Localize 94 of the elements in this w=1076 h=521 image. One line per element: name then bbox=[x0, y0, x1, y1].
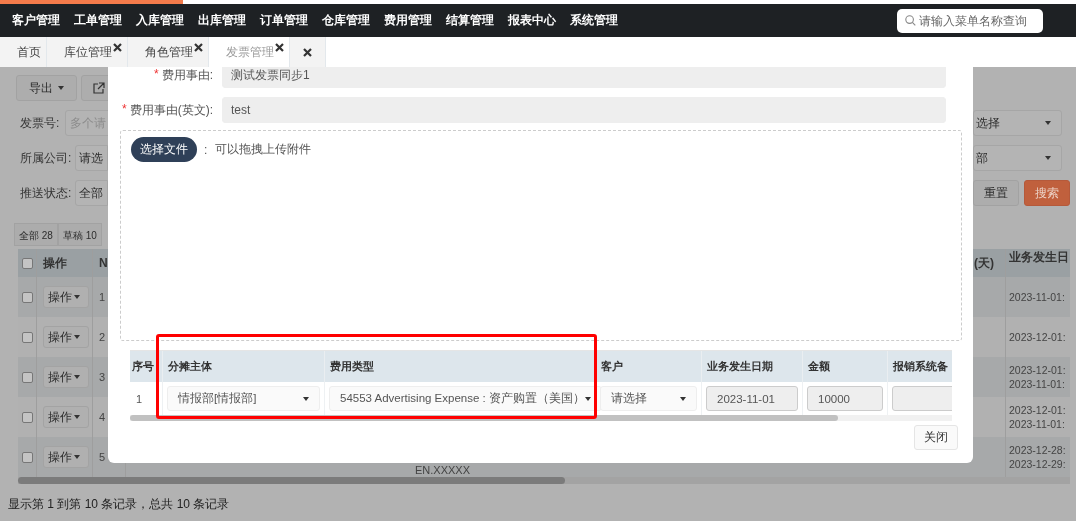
column-header: 业务发生日期 bbox=[707, 359, 773, 374]
action-button[interactable]: 操作 bbox=[43, 326, 89, 348]
action-button[interactable]: 操作 bbox=[43, 366, 89, 388]
file-drop-zone[interactable]: 选择文件 : 可以拖拽上传附件 bbox=[120, 130, 962, 341]
action-button[interactable]: 操作 bbox=[43, 446, 89, 468]
table-cell: 2023-12-01: bbox=[1009, 403, 1066, 417]
export-button[interactable]: 导出 bbox=[16, 75, 77, 101]
page-tab[interactable]: 角色管理 bbox=[128, 37, 209, 67]
caret-icon bbox=[74, 335, 80, 339]
caret-icon bbox=[1045, 156, 1051, 160]
column-header: 序号 bbox=[132, 359, 154, 374]
filter-label: 所属公司: bbox=[19, 149, 72, 167]
table-cell: 2 bbox=[99, 331, 106, 343]
column-header: 费用类型 bbox=[330, 359, 374, 374]
filter-dropdown[interactable]: 部 bbox=[973, 145, 1062, 171]
dropdown[interactable]: 请选择 bbox=[600, 386, 697, 411]
nav-menu-item[interactable]: 出库管理 bbox=[198, 13, 246, 28]
table-cell: 3 bbox=[99, 371, 106, 383]
nav-menu-item[interactable]: 费用管理 bbox=[384, 13, 432, 28]
filter-dropdown[interactable]: 全部 bbox=[75, 180, 108, 206]
status-tab[interactable]: 全部 28 bbox=[14, 223, 58, 246]
nav-menu-item[interactable]: 工单管理 bbox=[74, 13, 122, 28]
filter-dropdown[interactable]: 请选 bbox=[75, 145, 108, 171]
caret-icon bbox=[74, 455, 80, 459]
caret-icon bbox=[74, 295, 80, 299]
page-tab[interactable]: 首页 bbox=[0, 37, 47, 67]
menu-search-field[interactable]: 请输入菜单名称查询 bbox=[897, 8, 1043, 33]
upload-hint: 可以拖拽上传附件 bbox=[215, 141, 312, 158]
caret-icon bbox=[1045, 121, 1051, 125]
close-icon[interactable] bbox=[275, 43, 284, 52]
action-button[interactable]: 操作 bbox=[43, 406, 89, 428]
nav-menu-item[interactable]: 结算管理 bbox=[446, 13, 494, 28]
table-cell: 2023-11-01: bbox=[1009, 290, 1065, 304]
table-cell: 2023-12-01: bbox=[1009, 330, 1066, 344]
column-header: 客户 bbox=[601, 359, 623, 374]
pagination-info: 显示第 1 到第 10 条记录，总共 10 条记录 bbox=[8, 496, 231, 513]
field-label: 费用事由(英文): bbox=[129, 101, 213, 119]
caret-icon bbox=[58, 86, 64, 90]
table-cell: 2023-12-29: bbox=[1009, 457, 1066, 471]
share-icon bbox=[92, 81, 105, 95]
checkbox[interactable] bbox=[21, 291, 33, 303]
horizontal-scrollbar[interactable] bbox=[130, 415, 952, 421]
column-header: 操作 bbox=[43, 254, 67, 272]
filter-label: 推送状态: bbox=[19, 184, 72, 202]
checkbox[interactable] bbox=[21, 331, 33, 343]
table-cell: 2023-12-01: bbox=[1009, 363, 1066, 377]
caret-icon bbox=[74, 375, 80, 379]
column-header: 报销系统备 bbox=[893, 359, 948, 374]
column-header: N bbox=[99, 256, 108, 270]
checkbox[interactable] bbox=[21, 371, 33, 383]
column-header: (天) bbox=[974, 254, 994, 272]
field-label: 费用事由: bbox=[161, 67, 213, 84]
column-header: 金额 bbox=[808, 359, 830, 374]
table-cell: 5 bbox=[99, 451, 106, 463]
nav-menu-item[interactable]: 订单管理 bbox=[260, 13, 308, 28]
search-icon bbox=[905, 15, 916, 26]
caret-icon bbox=[303, 396, 309, 401]
choose-file-button[interactable]: 选择文件 bbox=[131, 137, 197, 162]
close-icon[interactable] bbox=[194, 43, 203, 52]
nav-menu-item[interactable]: 入库管理 bbox=[136, 13, 184, 28]
filter-dropdown[interactable]: 选择 bbox=[973, 110, 1062, 136]
close-icon[interactable] bbox=[303, 47, 312, 57]
caret-icon bbox=[584, 396, 591, 401]
reset-button[interactable]: 重置 bbox=[973, 180, 1019, 206]
table-cell: 2023-11-01: bbox=[1009, 417, 1065, 431]
nav-menu-item[interactable]: 客户管理 bbox=[12, 13, 60, 28]
table-cell: 2023-11-01: bbox=[1009, 377, 1065, 391]
dropdown[interactable]: 情报部[情报部] bbox=[167, 386, 320, 411]
checkbox[interactable] bbox=[21, 257, 33, 269]
checkbox[interactable] bbox=[21, 451, 33, 463]
column-header: 分摊主体 bbox=[168, 359, 212, 374]
nav-menu-item[interactable]: 仓库管理 bbox=[322, 13, 370, 28]
caret-icon bbox=[680, 396, 686, 401]
close-icon[interactable] bbox=[113, 43, 122, 52]
page-tab[interactable]: 库位管理 bbox=[47, 37, 128, 67]
table-cell: 2023-12-28: bbox=[1009, 443, 1066, 457]
page-tab[interactable] bbox=[290, 37, 326, 67]
close-button[interactable]: 关闭 bbox=[914, 425, 958, 450]
checkbox[interactable] bbox=[21, 411, 33, 423]
table-cell-text: 1 bbox=[135, 392, 143, 405]
nav-menu-item[interactable]: 报表中心 bbox=[508, 13, 556, 28]
table-cell: 4 bbox=[99, 411, 106, 423]
action-button[interactable]: 操作 bbox=[43, 286, 89, 308]
status-tab[interactable]: 草稿 10 bbox=[57, 223, 102, 246]
separator-colon: : bbox=[204, 142, 208, 157]
table-cell: EN.XXXXX bbox=[415, 464, 471, 476]
required-mark: * bbox=[154, 67, 159, 83]
horizontal-scrollbar[interactable] bbox=[18, 477, 1070, 484]
caret-icon bbox=[74, 415, 80, 419]
nav-menu-item[interactable]: 系统管理 bbox=[570, 13, 618, 28]
table-cell: 1 bbox=[99, 291, 106, 303]
column-header: 业务发生日 bbox=[1009, 249, 1069, 266]
filter-label: 发票号: bbox=[19, 114, 60, 132]
dropdown[interactable]: 54553 Advertising Expense : 资产购置（美国） bbox=[329, 386, 602, 411]
